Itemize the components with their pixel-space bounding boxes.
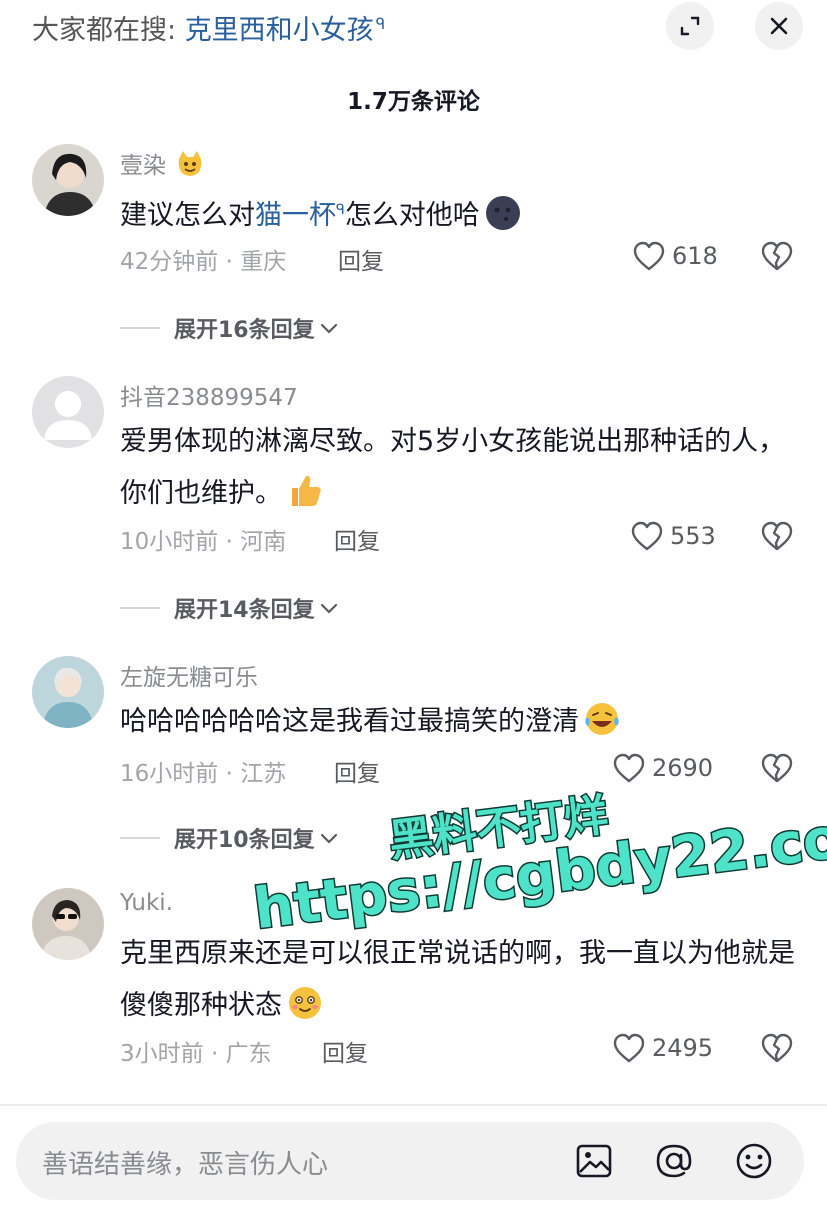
comment-text-part: 建议怎么对 [120,200,255,231]
dark-moon-emoji-icon [485,196,520,230]
watermark-text: 黑料不打烊 [385,788,613,868]
comment-text: 克里西原来还是可以很正常说话的啊，我一直以为他就是傻傻那种状态 [120,928,800,1032]
avatar[interactable] [32,376,104,448]
comment-author[interactable]: 抖音238899547 [120,378,298,412]
comment-author[interactable]: Yuki. [120,890,173,916]
heart-icon [613,753,645,783]
chevron-down-icon [320,833,337,844]
divider-dash [120,837,160,839]
avatar[interactable] [32,888,104,960]
comment-text: 哈哈哈哈哈哈这是我看过最搞笑的澄清 [120,696,800,748]
like-button[interactable]: 2690 [612,752,713,784]
comment-author[interactable]: 左旋无糖可乐 [120,658,258,692]
broken-heart-icon[interactable] [760,752,794,784]
expand-replies-button[interactable]: 展开10条回复 [120,822,339,854]
comment-text-part: 怎么对他哈 [344,200,480,231]
expand-replies-label: 展开10条回复 [174,828,315,853]
expand-replies-button[interactable]: 展开16条回复 [120,312,339,344]
comment-time-location: 10小时前 · 河南 [120,529,287,555]
watermark-url: https://cgbdy22.com [249,797,827,944]
expand-icon [680,16,700,36]
expand-button[interactable] [666,2,714,50]
image-icon[interactable] [574,1141,614,1181]
at-icon[interactable] [654,1141,694,1181]
reply-button[interactable]: 回复 [334,522,380,556]
like-count: 618 [672,242,718,270]
expand-replies-label: 展开16条回复 [174,318,315,343]
laughing-tears-emoji-icon [585,703,619,735]
comment-text: 爱男体现的淋漓尽致。对5岁小女孩能说出那种话的人，你们也维护。 [120,416,800,520]
comment-input-bar[interactable]: 善语结善缘，恶言伤人心 [16,1122,804,1200]
chevron-down-icon [320,603,337,614]
like-button[interactable]: 553 [630,520,716,552]
broken-heart-icon[interactable] [760,240,794,272]
like-count: 2690 [652,754,714,782]
divider-dash [120,327,160,329]
search-suggestion-keyword[interactable]: 克里西和小女孩 [185,15,374,46]
search-suggestion[interactable]: 大家都在搜: 克里西和小女孩 ᑫ [32,8,385,47]
like-button[interactable]: 2495 [612,1032,713,1064]
comment-author[interactable]: 壹染 [120,146,205,180]
blushing-smile-emoji-icon [289,987,321,1019]
comment-time-location: 16小时前 · 江苏 [120,761,287,787]
avatar[interactable] [32,656,104,728]
search-q-icon: ᑫ [375,15,386,33]
comment-author-name: 壹染 [120,153,166,179]
chevron-down-icon [320,323,337,334]
search-q-icon: ᑫ [336,202,345,218]
heart-icon [631,521,663,551]
divider [0,1104,827,1106]
comment-text-part: 哈哈哈哈哈哈这是我看过最搞笑的澄清 [120,706,579,737]
expand-replies-button[interactable]: 展开14条回复 [120,592,339,624]
reply-button[interactable]: 回复 [334,754,380,788]
broken-heart-icon[interactable] [760,520,794,552]
thumbs-up-emoji-icon [292,475,321,506]
comment-time-location: 42分钟前 · 重庆 [120,249,287,275]
comment-text-part: 爱男体现的淋漓尽致。对5岁小女孩能说出那种话的人，你们也维护。 [120,426,786,509]
comment-time-location: 3小时前 · 广东 [120,1041,272,1067]
divider-dash [120,607,160,609]
heart-icon [633,241,665,271]
comment-input-placeholder[interactable]: 善语结善缘，恶言伤人心 [42,1144,328,1181]
comment-text-part: 克里西原来还是可以很正常说话的啊，我一直以为他就是傻傻那种状态 [120,938,795,1021]
comment-search-link[interactable]: 猫一杯 [255,200,336,231]
broken-heart-icon[interactable] [760,1032,794,1064]
cat-emoji-icon [179,151,202,176]
like-count: 553 [670,522,716,550]
like-count: 2495 [652,1034,714,1062]
comment-text: 建议怎么对猫一杯ᑫ怎么对他哈 [120,184,800,242]
heart-icon [613,1033,645,1063]
smiley-icon[interactable] [734,1141,774,1181]
top-bar: 大家都在搜: 克里西和小女孩 ᑫ [0,0,827,60]
reply-button[interactable]: 回复 [338,242,384,276]
expand-replies-label: 展开14条回复 [174,598,315,623]
reply-button[interactable]: 回复 [322,1034,368,1068]
avatar[interactable] [32,144,104,216]
like-button[interactable]: 618 [632,240,718,272]
close-icon [770,17,788,35]
search-suggestion-prefix: 大家都在搜: [32,15,185,46]
comment-count: 1.7万条评论 [347,89,480,115]
close-button[interactable] [755,2,803,50]
